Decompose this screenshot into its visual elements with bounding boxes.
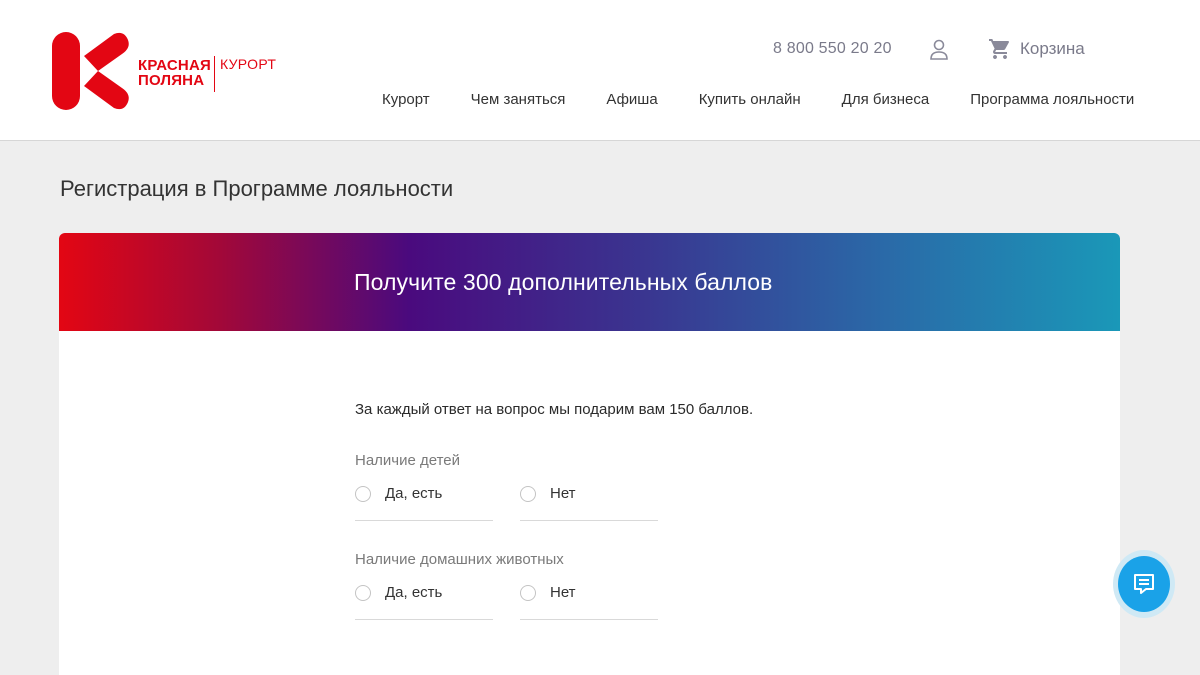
option-label: Да, есть [385,485,443,502]
question-label: Наличие домашних животных [355,551,564,568]
option-yes[interactable]: Да, есть [355,580,493,620]
nav-item-buy-online[interactable]: Купить онлайн [699,91,801,108]
question-label: Наличие детей [355,452,461,469]
logo-suffix: КУРОРТ [220,56,277,72]
logo-k-icon [52,32,129,110]
cart-icon [989,39,1009,59]
phone-number[interactable]: 8 800 550 20 20 [773,40,892,58]
nav-item-activities[interactable]: Чем заняться [471,91,566,108]
nav-item-loyalty[interactable]: Программа лояльности [970,91,1134,108]
logo-line1: КРАСНАЯ [138,57,211,74]
radio-button[interactable] [520,486,536,502]
radio-button[interactable] [355,486,371,502]
option-label: Нет [550,584,576,601]
banner-text: Получите 300 дополнительных баллов [354,268,773,295]
chat-icon [1134,574,1154,594]
logo-text: КРАСНАЯ ПОЛЯНА [138,58,211,88]
survey-intro: За каждый ответ на вопрос мы подарим вам… [355,401,754,418]
nav-item-business[interactable]: Для бизнеса [842,91,930,108]
main-nav: Курорт Чем заняться Афиша Купить онлайн … [382,91,1134,108]
radio-button[interactable] [355,585,371,601]
radio-group: Да, есть Нет [355,580,955,620]
logo-divider [214,56,215,92]
option-yes[interactable]: Да, есть [355,481,493,521]
option-no[interactable]: Нет [520,481,658,521]
loyalty-card: Получите 300 дополнительных баллов За ка… [59,233,1120,675]
radio-group: Да, есть Нет [355,481,955,521]
chat-button[interactable] [1113,550,1175,618]
user-icon[interactable] [929,39,949,61]
cart-label: Корзина [1020,39,1085,58]
page-title: Регистрация в Программе лояльности [60,176,454,201]
question-children: Наличие детей Да, есть Нет [355,452,955,521]
site-header: КРАСНАЯ ПОЛЯНА КУРОРТ 8 800 550 20 20 Ко… [0,0,1200,141]
chat-button-inner [1118,556,1170,612]
option-label: Да, есть [385,584,443,601]
bonus-banner: Получите 300 дополнительных баллов [59,233,1120,331]
option-no[interactable]: Нет [520,580,658,620]
cart-button[interactable]: Корзина [988,37,1085,61]
nav-item-kurort[interactable]: Курорт [382,91,430,108]
radio-button[interactable] [520,585,536,601]
option-label: Нет [550,485,576,502]
nav-item-afisha[interactable]: Афиша [606,91,657,108]
logo-line2: ПОЛЯНА [138,72,205,89]
survey-form: За каждый ответ на вопрос мы подарим вам… [355,401,955,620]
question-pets: Наличие домашних животных Да, есть Нет [355,551,955,620]
brand-logo[interactable]: КРАСНАЯ ПОЛЯНА КУРОРТ [52,32,282,110]
